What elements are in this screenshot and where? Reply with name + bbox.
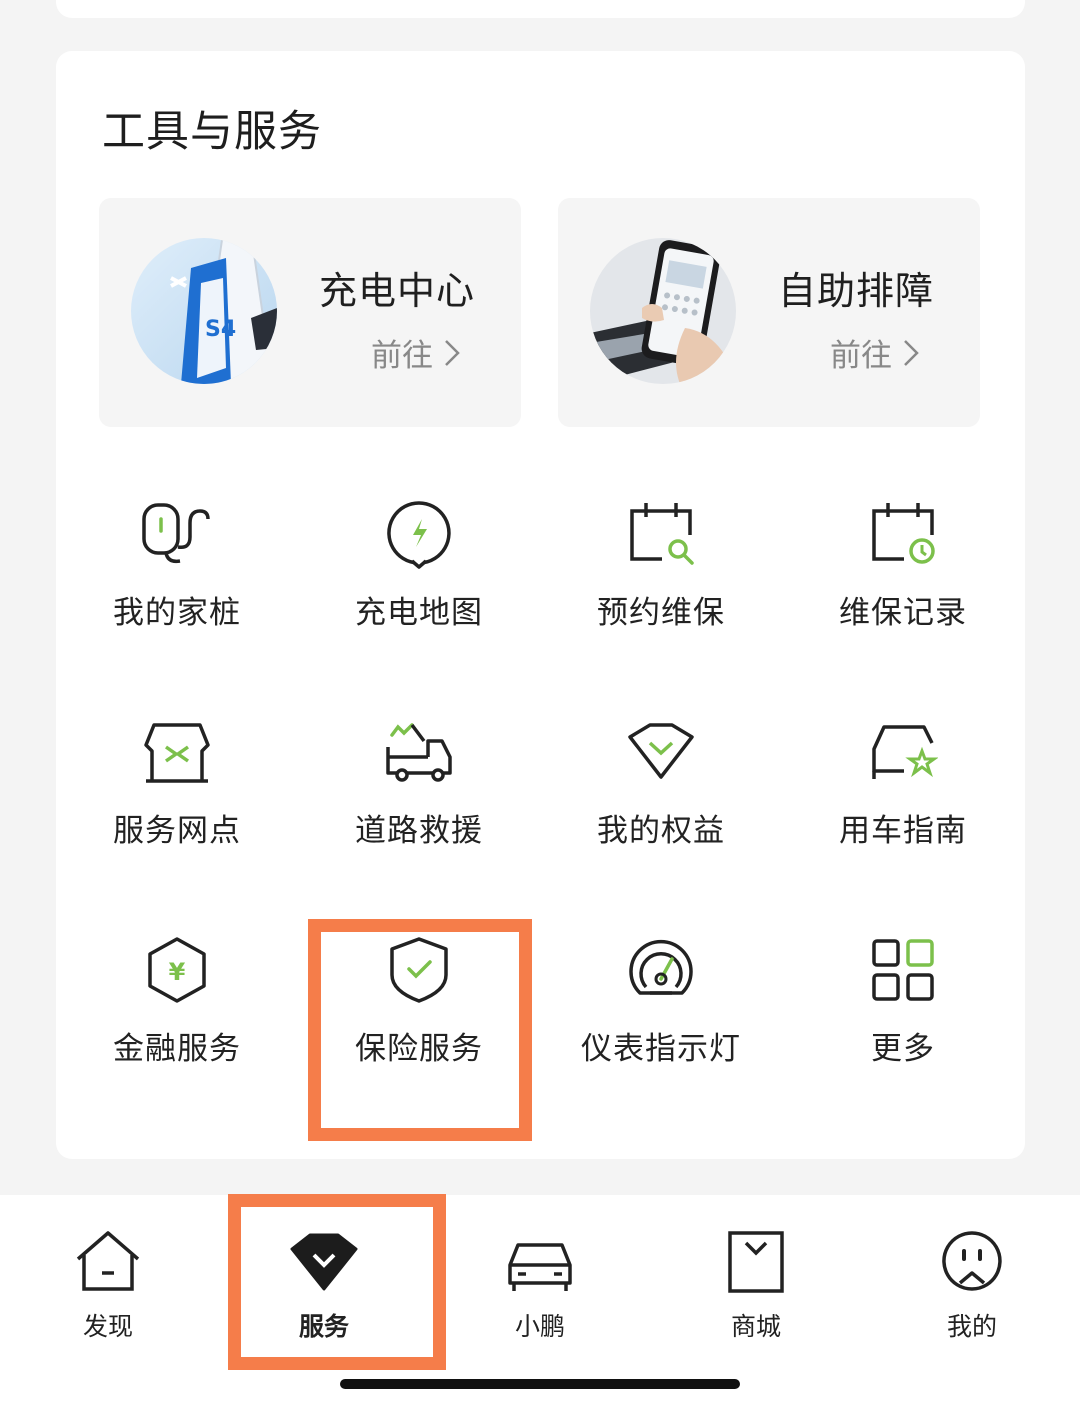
chevron-right-icon bbox=[445, 339, 460, 366]
insurance-highlight-box bbox=[308, 919, 532, 1141]
bottom-tab-bar: 发现 服务 小鹏 商城 我的 bbox=[0, 1195, 1080, 1409]
service-store-icon bbox=[144, 723, 210, 783]
grid-more-icon bbox=[872, 939, 934, 1001]
tools-services-card: 工具与服务 S4 充电中心 前往 自助排障 前往 我的家桩 充电地图 预约维保 … bbox=[56, 51, 1025, 1159]
grid-item-label: 用车指南 bbox=[839, 813, 967, 849]
self-troubleshoot-go[interactable]: 前往 bbox=[830, 330, 920, 375]
tab-discover[interactable]: 发现 bbox=[0, 1217, 216, 1347]
grid-item-road-rescue[interactable]: 道路救援 bbox=[298, 699, 540, 909]
grid-item-book-maintenance[interactable]: 预约维保 bbox=[540, 481, 782, 691]
self-troubleshoot-title: 自助排障 bbox=[778, 269, 935, 313]
grid-item-label: 我的权益 bbox=[597, 813, 725, 849]
car-icon bbox=[508, 1243, 572, 1291]
grid-item-label: 服务网点 bbox=[113, 813, 241, 849]
grid-item-label: 预约维保 bbox=[597, 595, 725, 631]
tab-mine[interactable]: 我的 bbox=[864, 1217, 1080, 1347]
chevron-right-icon bbox=[904, 339, 919, 366]
self-troubleshoot-card[interactable]: 自助排障 前往 bbox=[558, 198, 980, 427]
charging-center-go-label: 前往 bbox=[371, 338, 433, 374]
calendar-search-icon bbox=[630, 503, 694, 565]
gauge-icon bbox=[629, 939, 693, 995]
grid-item-label: 更多 bbox=[871, 1031, 935, 1067]
calendar-clock-icon bbox=[872, 503, 935, 564]
grid-item-label: 仪表指示灯 bbox=[581, 1031, 741, 1067]
tab-label: 商城 bbox=[730, 1312, 781, 1341]
grid-item-service-store[interactable]: 服务网点 bbox=[56, 699, 298, 909]
grid-item-home-charger[interactable]: 我的家桩 bbox=[56, 481, 298, 691]
charging-station-photo: S4 bbox=[131, 238, 277, 384]
grid-item-my-benefits[interactable]: 我的权益 bbox=[540, 699, 782, 909]
charge-map-icon bbox=[387, 501, 451, 569]
grid-item-label: 充电地图 bbox=[355, 595, 483, 631]
charging-center-card[interactable]: S4 充电中心 前往 bbox=[99, 198, 521, 427]
tab-label: 发现 bbox=[82, 1312, 133, 1341]
grid-item-charge-map[interactable]: 充电地图 bbox=[298, 481, 540, 691]
grid-item-car-guide[interactable]: 用车指南 bbox=[782, 699, 1024, 909]
tow-truck-icon bbox=[386, 723, 452, 782]
phone-in-hand-photo bbox=[590, 238, 736, 384]
svg-text:S4: S4 bbox=[205, 317, 236, 342]
grid-item-label: 道路救援 bbox=[355, 813, 483, 849]
yuan-hexagon-icon: ¥ bbox=[148, 937, 206, 1003]
service-tab-highlight-box bbox=[228, 1194, 446, 1370]
grid-item-finance-service[interactable]: ¥ 金融服务 bbox=[56, 917, 298, 1127]
home-charger-icon bbox=[142, 503, 210, 564]
section-title: 工具与服务 bbox=[102, 107, 322, 157]
tab-mall[interactable]: 商城 bbox=[648, 1217, 864, 1347]
previous-card-edge bbox=[56, 0, 1025, 18]
diamond-icon bbox=[628, 723, 694, 779]
charging-center-go[interactable]: 前往 bbox=[371, 330, 461, 375]
home-icon bbox=[76, 1231, 140, 1291]
tab-xpeng[interactable]: 小鹏 bbox=[432, 1217, 648, 1347]
bag-icon bbox=[728, 1231, 784, 1293]
grid-item-more[interactable]: 更多 bbox=[782, 917, 1024, 1127]
svg-text:¥: ¥ bbox=[169, 958, 186, 986]
profile-face-icon bbox=[942, 1231, 1002, 1291]
grid-item-dashboard-indicators[interactable]: 仪表指示灯 bbox=[540, 917, 782, 1127]
grid-item-label: 维保记录 bbox=[839, 595, 967, 631]
car-star-icon bbox=[872, 725, 938, 779]
grid-item-label: 金融服务 bbox=[113, 1031, 241, 1067]
self-troubleshoot-go-label: 前往 bbox=[830, 338, 892, 374]
charging-center-title: 充电中心 bbox=[319, 269, 476, 313]
grid-item-maintenance-records[interactable]: 维保记录 bbox=[782, 481, 1024, 691]
grid-item-label: 我的家桩 bbox=[113, 595, 241, 631]
tab-label: 我的 bbox=[946, 1312, 997, 1341]
home-indicator[interactable] bbox=[340, 1379, 740, 1389]
tab-label: 小鹏 bbox=[514, 1312, 565, 1341]
